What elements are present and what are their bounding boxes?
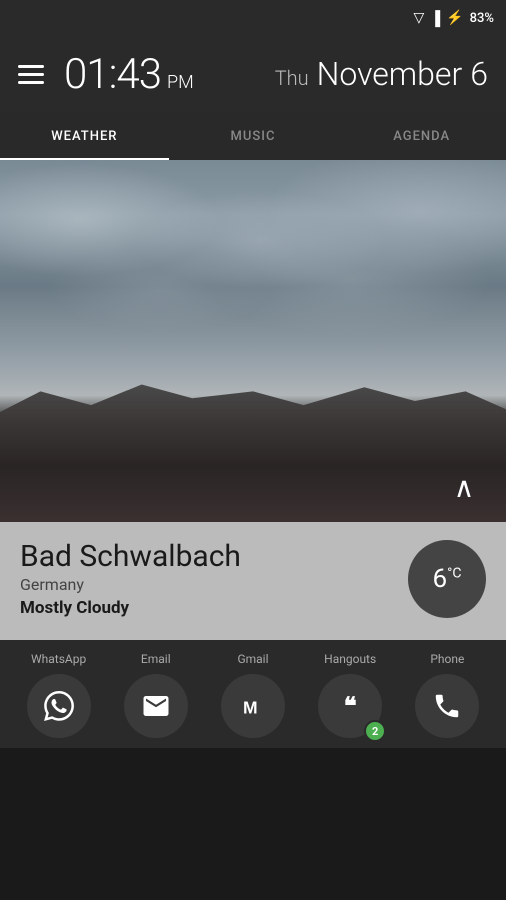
- signal-icon: ▐: [430, 10, 440, 27]
- wifi-icon: ▽: [414, 10, 425, 26]
- chevron-up-button[interactable]: [442, 466, 486, 510]
- weather-text-block: Bad Schwalbach Germany Mostly Cloudy: [20, 540, 408, 618]
- email-label: Email: [116, 652, 196, 666]
- hangouts-icon: ❝: [344, 694, 357, 718]
- status-bar: ▽ ▐ ⚡ 83%: [0, 0, 506, 36]
- temperature-circle: 6°C: [408, 540, 486, 618]
- battery-percentage: 83%: [470, 11, 494, 26]
- tab-music[interactable]: MUSIC: [169, 112, 338, 160]
- email-app[interactable]: [124, 674, 188, 738]
- date-month: November: [317, 55, 463, 93]
- hangouts-label: Hangouts: [310, 652, 390, 666]
- whatsapp-icon-circle: [27, 674, 91, 738]
- date-display: Thu November 6: [275, 55, 488, 93]
- gmail-label: Gmail: [213, 652, 293, 666]
- hangouts-app[interactable]: ❝ 2: [318, 674, 382, 738]
- email-icon-circle: [124, 674, 188, 738]
- app-dock: WhatsApp Email Gmail Hangouts Phone: [0, 640, 506, 748]
- battery-icon: ⚡: [446, 10, 463, 26]
- date-day: Thu: [275, 66, 309, 90]
- email-icon: [141, 691, 171, 721]
- country-name: Germany: [20, 575, 408, 594]
- tab-agenda[interactable]: AGENDA: [337, 112, 506, 160]
- gmail-app[interactable]: M: [221, 674, 285, 738]
- weather-info-panel: Bad Schwalbach Germany Mostly Cloudy 6°C: [0, 522, 506, 640]
- clock-ampm: PM: [167, 72, 194, 93]
- phone-app[interactable]: [415, 674, 479, 738]
- svg-text:M: M: [243, 698, 258, 718]
- hangouts-icon-circle: ❝ 2: [318, 674, 382, 738]
- phone-label: Phone: [407, 652, 487, 666]
- gmail-icon-circle: M: [221, 674, 285, 738]
- whatsapp-label: WhatsApp: [19, 652, 99, 666]
- menu-button[interactable]: [18, 65, 44, 84]
- city-name: Bad Schwalbach: [20, 540, 408, 573]
- whatsapp-icon: [44, 691, 74, 721]
- dock-icons-row: M ❝ 2: [0, 674, 506, 738]
- time-display: 01:43 PM: [64, 50, 255, 99]
- gmail-icon: M: [238, 691, 268, 721]
- dock-labels: WhatsApp Email Gmail Hangouts Phone: [0, 652, 506, 666]
- header-bar: 01:43 PM Thu November 6: [0, 36, 506, 112]
- phone-icon: [432, 691, 462, 721]
- phone-icon-circle: [415, 674, 479, 738]
- hangouts-badge: 2: [364, 720, 386, 742]
- tabs-bar: WEATHER MUSIC AGENDA: [0, 112, 506, 160]
- clock-time: 01:43: [64, 50, 161, 99]
- date-number: 6: [470, 55, 488, 93]
- whatsapp-app[interactable]: [27, 674, 91, 738]
- tab-weather[interactable]: WEATHER: [0, 112, 169, 160]
- temperature-value: 6°C: [433, 564, 462, 594]
- weather-background: [0, 160, 506, 522]
- weather-condition: Mostly Cloudy: [20, 598, 408, 618]
